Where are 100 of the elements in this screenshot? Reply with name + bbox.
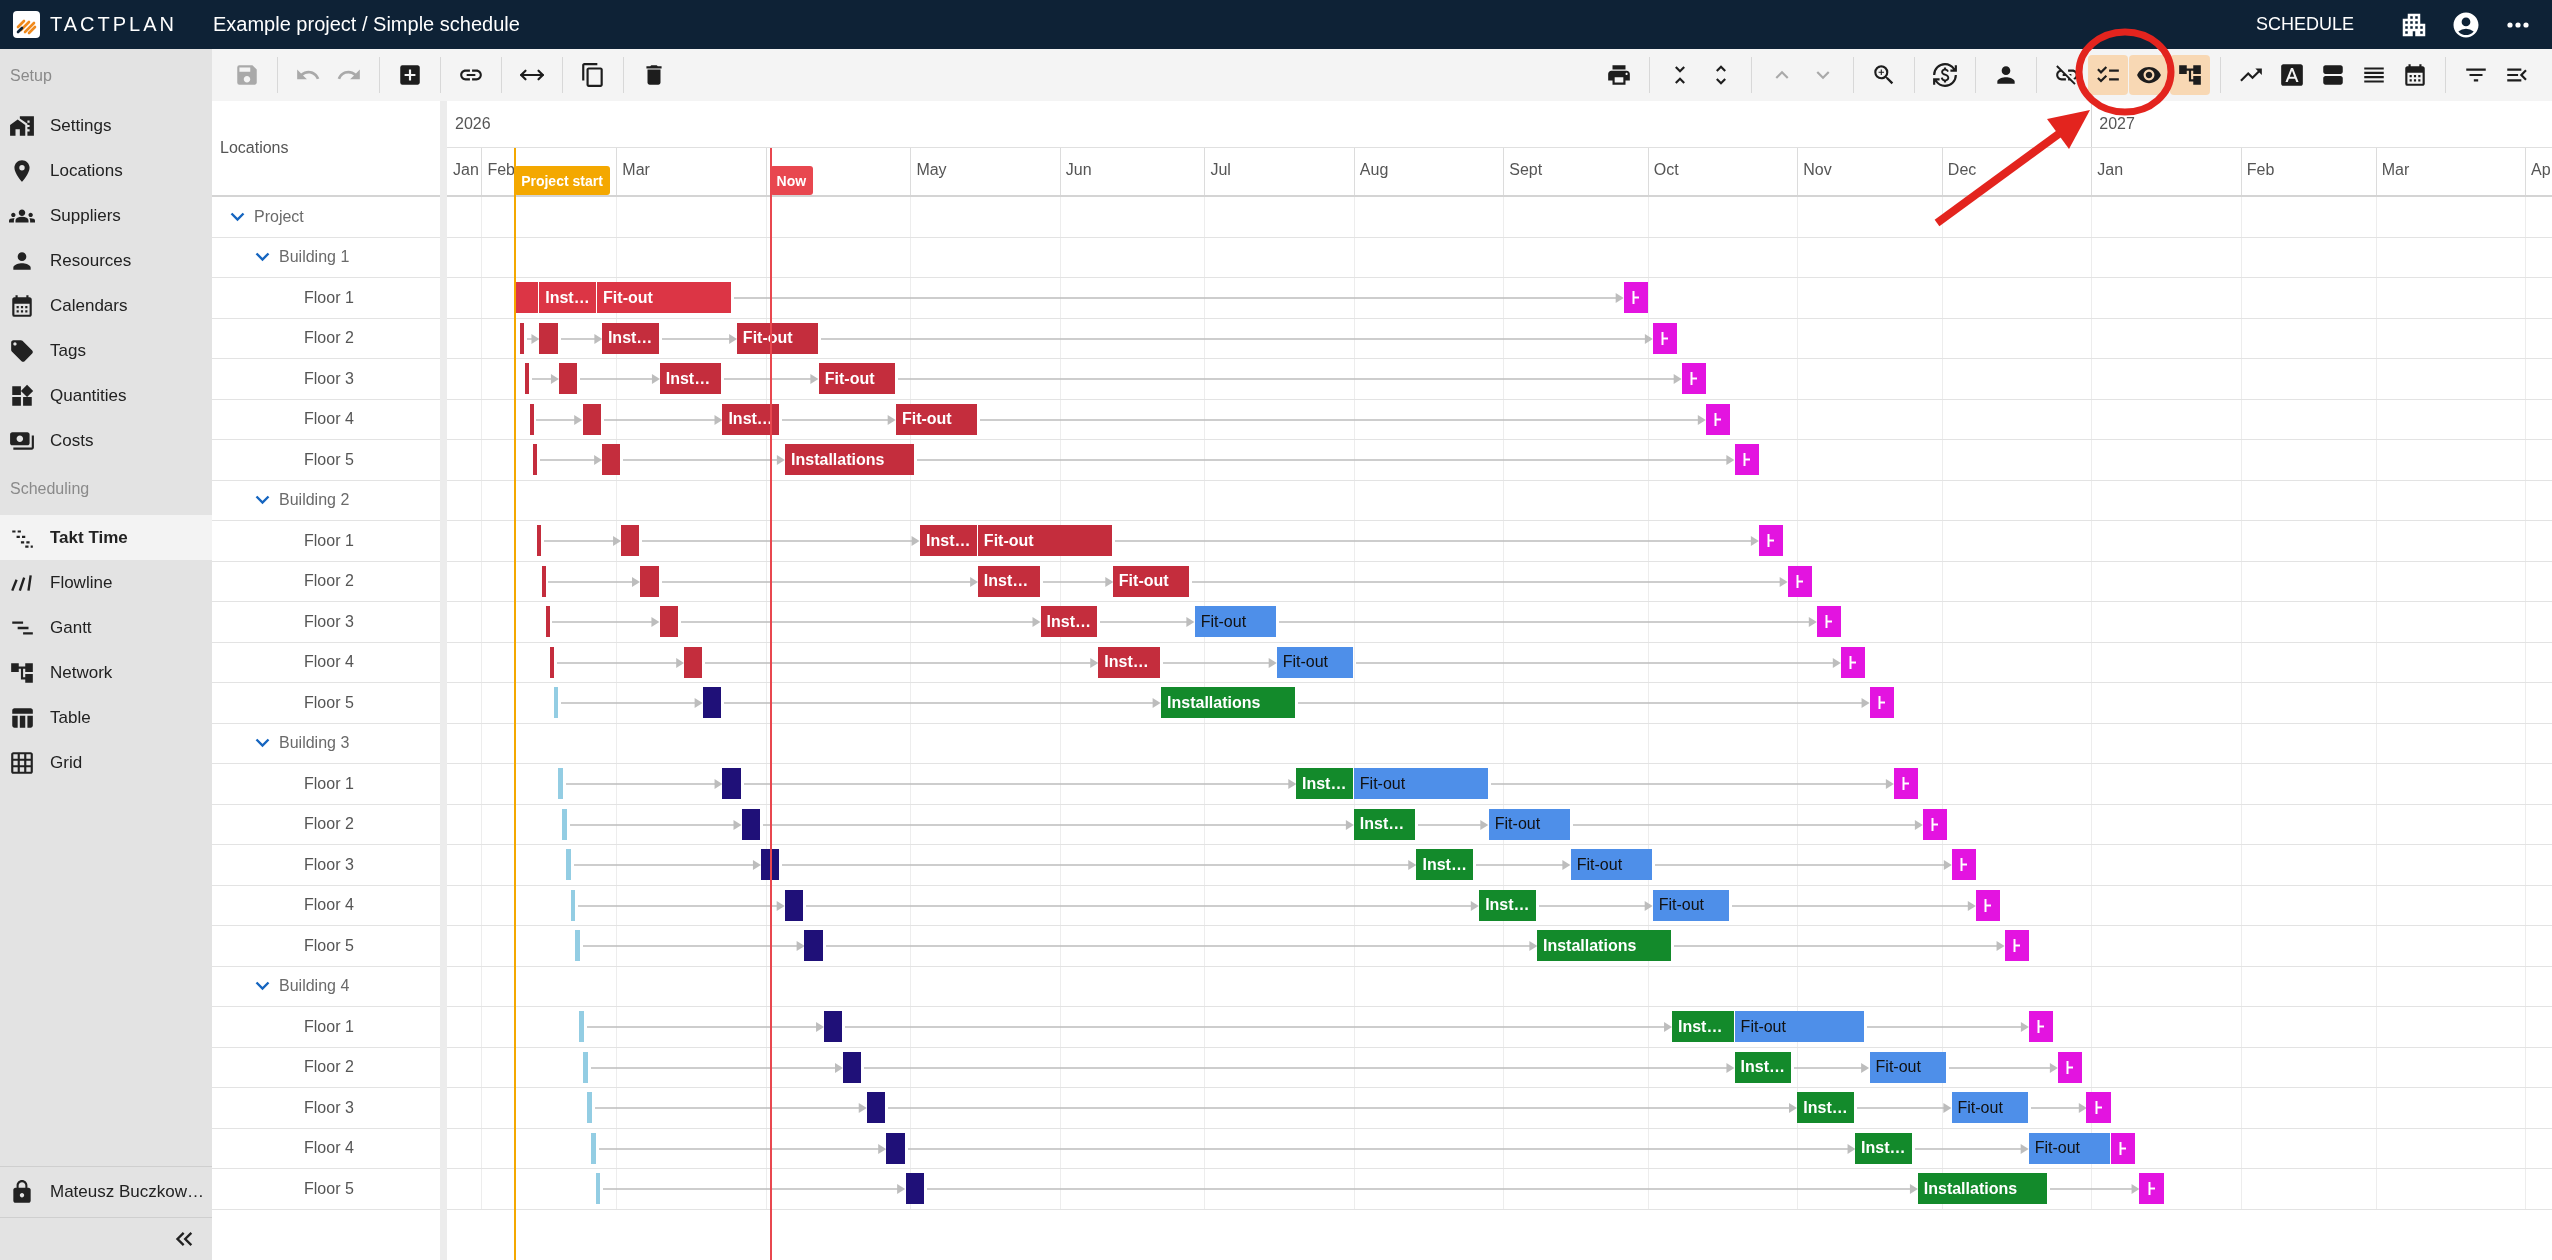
milestone-icon bbox=[1795, 574, 1804, 588]
task-bar[interactable]: Inst… bbox=[1353, 808, 1416, 840]
task-bar[interactable]: Inst… bbox=[1734, 1051, 1792, 1083]
task-bar[interactable]: Fit-out bbox=[1570, 849, 1652, 880]
milestone[interactable] bbox=[1652, 322, 1677, 354]
milestone[interactable] bbox=[1922, 808, 1947, 840]
task-bar[interactable] bbox=[703, 687, 722, 718]
location-label: Floor 3 bbox=[304, 855, 354, 874]
nav-item[interactable]: Gantt bbox=[0, 605, 212, 650]
milestone[interactable] bbox=[1705, 403, 1730, 435]
task-bar[interactable]: Inst… bbox=[1098, 646, 1160, 678]
task-bar[interactable]: Fit-out bbox=[1194, 606, 1276, 637]
task-bar[interactable]: Installations bbox=[785, 444, 915, 475]
milestone[interactable] bbox=[2110, 1132, 2135, 1164]
nav-item[interactable]: Suppliers bbox=[0, 193, 212, 238]
task-bar[interactable]: Inst… bbox=[601, 322, 659, 354]
month-label: Oct bbox=[1653, 161, 1679, 179]
task-bar[interactable]: Inst… bbox=[1671, 1011, 1734, 1042]
milestone[interactable] bbox=[1681, 363, 1706, 394]
task-bar[interactable] bbox=[886, 1132, 905, 1164]
milestone-icon bbox=[2094, 1101, 2103, 1114]
location-label: Floor 3 bbox=[304, 612, 354, 631]
milestone[interactable] bbox=[1975, 889, 2000, 921]
task-bar[interactable]: Installations bbox=[1537, 930, 1671, 961]
task-bar[interactable] bbox=[867, 1092, 886, 1123]
milestone[interactable] bbox=[1734, 444, 1759, 475]
task-bar[interactable]: Fit-out bbox=[1112, 565, 1189, 597]
task-bar[interactable] bbox=[842, 1051, 862, 1083]
nav-item[interactable]: Takt Time bbox=[0, 515, 212, 560]
nav-item[interactable]: Locations bbox=[0, 148, 212, 193]
task-bar[interactable]: Inst… bbox=[977, 565, 1040, 597]
nav-item[interactable]: Quantities bbox=[0, 373, 212, 418]
task-bar[interactable]: Fit-out bbox=[1353, 768, 1488, 799]
milestone[interactable] bbox=[1951, 849, 1976, 880]
milestone[interactable] bbox=[1623, 282, 1648, 313]
hierarchy-button[interactable] bbox=[2170, 55, 2210, 95]
task-bar[interactable]: Inst… bbox=[1040, 606, 1098, 637]
nav-item[interactable]: Costs bbox=[0, 418, 212, 463]
task-bar[interactable]: Inst… bbox=[1855, 1132, 1912, 1164]
task-bar[interactable]: Fit-out bbox=[1734, 1011, 1864, 1042]
calendar-icon bbox=[2402, 62, 2428, 88]
task-bar[interactable] bbox=[741, 808, 760, 840]
nav-item[interactable]: Network bbox=[0, 650, 212, 695]
milestone-icon bbox=[1631, 291, 1640, 304]
month-label: Dec bbox=[1947, 161, 1977, 179]
task-bar[interactable]: Inst… bbox=[659, 363, 722, 394]
month-label: Jun bbox=[1065, 161, 1092, 179]
task-bar[interactable]: Fit-out bbox=[1951, 1092, 2028, 1123]
milestone[interactable] bbox=[1758, 525, 1783, 556]
milestone[interactable] bbox=[2028, 1011, 2053, 1042]
task-bar[interactable]: Inst… bbox=[1797, 1092, 1855, 1123]
logo-icon bbox=[13, 11, 40, 38]
location-label: Floor 2 bbox=[304, 572, 354, 591]
milestone[interactable] bbox=[2057, 1051, 2082, 1083]
task-bar[interactable] bbox=[785, 889, 804, 921]
task-bar[interactable]: Installations bbox=[1917, 1173, 2047, 1204]
mode-label: SCHEDULE bbox=[2255, 14, 2354, 35]
task-bar[interactable]: Inst… bbox=[539, 282, 597, 313]
milestone[interactable] bbox=[2139, 1173, 2164, 1204]
task-bar[interactable] bbox=[905, 1173, 924, 1204]
month-label: Mar bbox=[622, 161, 650, 179]
milestone[interactable] bbox=[1787, 565, 1812, 597]
milestone[interactable] bbox=[1840, 646, 1865, 678]
task-bar[interactable]: Fit-out bbox=[818, 363, 895, 394]
milestone[interactable] bbox=[1869, 687, 1894, 718]
milestone[interactable] bbox=[1893, 768, 1918, 799]
task-bar[interactable]: Installations bbox=[1161, 687, 1295, 718]
task-bar[interactable]: Fit-out bbox=[1652, 889, 1729, 921]
task-bar[interactable]: Inst… bbox=[1479, 889, 1536, 921]
milestone[interactable] bbox=[1816, 606, 1841, 637]
location-label: Floor 2 bbox=[304, 1058, 354, 1077]
nav-item[interactable]: Calendars bbox=[0, 283, 212, 328]
nav-item[interactable]: Grid bbox=[0, 740, 212, 785]
save-icon bbox=[234, 62, 260, 88]
task-bar[interactable]: Fit-out bbox=[1276, 646, 1353, 678]
month-label: Ap bbox=[2531, 161, 2551, 179]
task-bar[interactable]: Inst… bbox=[1416, 849, 1474, 880]
nav-item[interactable]: Flowline bbox=[0, 560, 212, 605]
nav-item[interactable]: Resources bbox=[0, 238, 212, 283]
milestone[interactable] bbox=[2004, 930, 2029, 961]
app-name: TACTPLAN bbox=[50, 13, 177, 36]
visibility-button[interactable] bbox=[2129, 55, 2169, 95]
checklist-button[interactable] bbox=[2088, 55, 2128, 95]
task-bar[interactable]: Fit-out bbox=[597, 282, 732, 313]
nav-item[interactable]: Settings bbox=[0, 103, 212, 148]
task-bar[interactable]: Inst… bbox=[1296, 768, 1353, 799]
task-bar[interactable]: Fit-out bbox=[977, 525, 1112, 556]
month-label: Feb bbox=[487, 161, 515, 179]
task-bar[interactable]: Fit-out bbox=[1488, 808, 1570, 840]
nav-item[interactable]: Tags bbox=[0, 328, 212, 373]
task-bar[interactable]: Fit-out bbox=[1869, 1051, 1946, 1083]
user-name[interactable]: Mateusz Buczkow… bbox=[50, 1182, 204, 1202]
task-bar[interactable]: Fit-out bbox=[895, 403, 977, 435]
task-bar[interactable]: Inst… bbox=[920, 525, 977, 556]
nav-item[interactable]: Table bbox=[0, 695, 212, 740]
location-label: Building 3 bbox=[279, 734, 350, 753]
task-bar[interactable] bbox=[823, 1011, 842, 1042]
task-bar[interactable]: Fit-out bbox=[2028, 1132, 2110, 1164]
task-bar[interactable]: Inst… bbox=[722, 403, 780, 435]
milestone[interactable] bbox=[2086, 1092, 2111, 1123]
